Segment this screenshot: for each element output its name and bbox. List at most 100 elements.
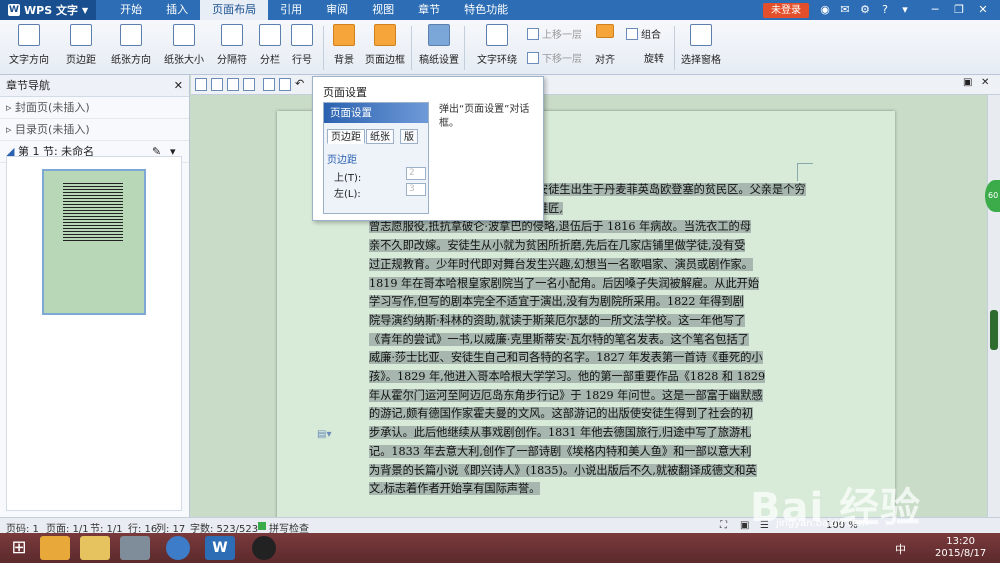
restore-icon[interactable]: ❐ [952, 3, 966, 17]
preview-icon[interactable] [263, 78, 275, 91]
floating-badge[interactable]: 60 [985, 180, 1000, 212]
nav-title: 章节导航 [6, 79, 50, 92]
margins-button[interactable]: 页边距 [58, 24, 104, 66]
selection-pane-button[interactable]: 选择窗格 [680, 24, 722, 66]
orientation-label: 纸张方向 [111, 55, 151, 66]
ribbon: 文字方向 页边距 纸张方向 纸张大小 分隔符 分栏 行号 背景 页面边框 稿纸设… [0, 20, 1000, 75]
tab-review[interactable]: 审阅 [314, 0, 360, 20]
group-button[interactable]: 组合 [626, 26, 661, 41]
text-line: 步承认。此后他继续从事戏剧创作。1831 年他去德国旅行,归途中写了旅游札 [369, 426, 752, 440]
app-icon-color[interactable] [40, 536, 70, 560]
tab-chapter[interactable]: 章节 [406, 0, 452, 20]
chevron-right-icon: ▹ [6, 123, 12, 136]
app-menu-button[interactable]: W WPS 文字 ▼ [0, 0, 97, 20]
scrollbar-thumb[interactable] [990, 310, 998, 350]
close-pane-icon[interactable]: ✕ [981, 77, 989, 88]
system-clock[interactable]: 13:20 2015/8/17 [935, 536, 986, 560]
paper-size-icon [173, 24, 195, 46]
text-line: 为背景的长篇小说《即兴诗人》(1835)。小说出版后不久,就被翻译成德文和英 [369, 463, 757, 477]
skin-icon[interactable]: ◉ [818, 3, 832, 17]
text-line: 学习写作,但写的剧本完全不适宜于演出,没有为剧院所采用。1822 年得到剧 [369, 295, 744, 309]
login-button[interactable]: 未登录 [763, 3, 809, 18]
preview-tab-layout: 版 [400, 129, 418, 144]
wps-writer-icon[interactable]: W [205, 536, 235, 560]
nav-header: 章节导航 ✕ [0, 75, 189, 97]
background-label: 背景 [334, 55, 354, 66]
minimize-icon[interactable]: ─ [928, 3, 942, 17]
paper-size-button[interactable]: 纸张大小 [158, 24, 210, 66]
pin-icon[interactable]: ▣ [963, 77, 972, 88]
watermark-url: jingyan.baidu.com [776, 518, 869, 529]
send-backward-button[interactable]: 下移一层 [527, 50, 582, 65]
clock-time: 13:20 [946, 536, 976, 547]
rotate-button[interactable]: 旋转 [624, 50, 668, 65]
line-numbers-label: 行号 [292, 55, 312, 66]
columns-icon [259, 24, 281, 46]
text-line: 孩》。1829 年,他进入哥本哈根大学学习。他的第一部重要作品《1828 和 1… [369, 370, 766, 384]
chevron-down-icon[interactable]: ▾ [898, 3, 912, 17]
nav-item-cover[interactable]: ▹ 封面页(未插入) [0, 97, 189, 119]
manuscript-button[interactable]: 稿纸设置 [418, 24, 460, 66]
text-direction-button[interactable]: 文字方向 [6, 24, 52, 66]
settings-icon[interactable]: ⚙ [858, 3, 872, 17]
orientation-icon [120, 24, 142, 46]
wps-logo-icon: W [8, 4, 20, 16]
fullscreen-icon[interactable]: ⛶ [720, 520, 727, 531]
bring-forward-button[interactable]: 上移一层 [527, 26, 582, 41]
ribbon-divider [411, 26, 412, 70]
undo-icon[interactable]: ↶ [295, 77, 304, 90]
page-view-icon[interactable]: ▣ [740, 520, 749, 531]
columns-button[interactable]: 分栏 [256, 24, 284, 66]
align-button[interactable]: 对齐 [590, 24, 620, 66]
text-direction-icon [18, 24, 40, 46]
page-thumbnail[interactable] [42, 169, 146, 315]
print-icon[interactable] [243, 78, 255, 91]
nav-item-toc[interactable]: ▹ 目录页(未插入) [0, 119, 189, 141]
pdf-icon[interactable] [227, 78, 239, 91]
format-painter-icon[interactable] [279, 78, 291, 91]
paste-options-icon[interactable]: ▤▾ [317, 429, 331, 440]
preview-title: 页面设置 [324, 103, 428, 123]
ime-indicator[interactable]: 中 [895, 541, 906, 557]
printer-icon[interactable] [120, 536, 150, 560]
manuscript-label: 稿纸设置 [419, 55, 459, 66]
breaks-icon [221, 24, 243, 46]
share-icon[interactable]: ✉ [838, 3, 852, 17]
tab-start[interactable]: 开始 [108, 0, 154, 20]
text-line: 安徒生出生于丹麦菲英岛欧登塞的贫民区。父亲是个穷鞋匠, [537, 183, 806, 215]
tab-references[interactable]: 引用 [268, 0, 314, 20]
background-button[interactable]: 背景 [330, 24, 358, 66]
qq-icon[interactable] [252, 536, 276, 560]
rotate-label: 旋转 [644, 54, 664, 65]
thumbnail-text [63, 183, 123, 243]
text-wrap-label: 文字环绕 [477, 55, 517, 66]
line-numbers-button[interactable]: 行号 [288, 24, 316, 66]
margins-icon [70, 24, 92, 46]
browser-icon[interactable] [166, 536, 190, 560]
tooltip-preview: 页面设置 页边距 纸张 版 页边距 上(T): 2 左(L): 3 [323, 102, 429, 214]
folder-icon[interactable] [80, 536, 110, 560]
page-border-button[interactable]: 页面边框 [364, 24, 406, 66]
text-wrap-button[interactable]: 文字环绕 [472, 24, 522, 66]
breaks-button[interactable]: 分隔符 [210, 24, 254, 66]
tab-view[interactable]: 视图 [360, 0, 406, 20]
close-icon[interactable]: ✕ [976, 3, 990, 17]
tab-page-layout[interactable]: 页面布局 [200, 0, 269, 20]
tab-features[interactable]: 特色功能 [452, 0, 520, 20]
vertical-scrollbar[interactable] [987, 95, 1000, 517]
text-line: 年从霍尔门运河至阿迈厄岛东角步行记》于 1829 年问世。这是一部富于幽默感 [369, 388, 763, 402]
open-icon[interactable] [195, 78, 207, 91]
text-line: 院导演约纳斯·科林的资助,就读于斯莱厄尔瑟的一所文法学校。这一年他写了 [369, 313, 746, 327]
preview-field-left: 左(L): [334, 189, 361, 200]
document-text[interactable]: 安徒生出生于丹麦菲英岛欧登塞的贫民区。父亲是个穷鞋匠, 曾志愿服役,抵抗拿破仑·… [369, 181, 807, 499]
start-icon[interactable]: ⊞ [4, 536, 34, 560]
close-icon[interactable]: ✕ [174, 75, 183, 97]
help-icon[interactable]: ? [878, 3, 892, 17]
tab-insert[interactable]: 插入 [154, 0, 200, 20]
corner-mark [797, 163, 813, 181]
orientation-button[interactable]: 纸张方向 [105, 24, 157, 66]
text-line: 亲不久即改嫁。安徒生从小就为贫困所折磨,先后在几家店铺里做学徒,没有受 [369, 239, 746, 253]
save-icon[interactable] [211, 78, 223, 91]
group-icon [626, 27, 638, 40]
preview-box-top: 2 [406, 167, 426, 180]
